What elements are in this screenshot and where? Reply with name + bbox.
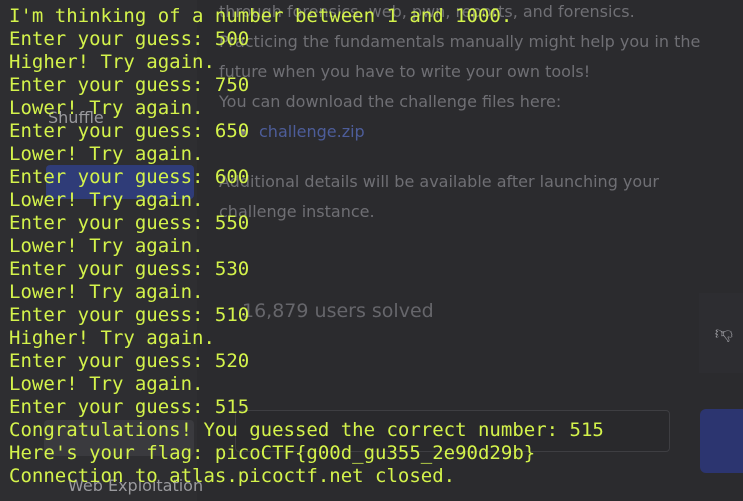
terminal-line: Lower! Try again. <box>9 97 204 119</box>
terminal-line: Lower! Try again. <box>9 373 204 395</box>
terminal-line: Here's your flag: picoCTF{g00d_gu355_2e9… <box>9 442 536 464</box>
terminal-line: Lower! Try again. <box>9 189 204 211</box>
terminal-line: Higher! Try again. <box>9 51 215 73</box>
terminal-line: Enter your guess: 515 <box>9 396 250 418</box>
terminal-line: Lower! Try again. <box>9 281 204 303</box>
terminal-line: Congratulations! You guessed the correct… <box>9 419 604 441</box>
terminal-line: Enter your guess: 500 <box>9 28 250 50</box>
terminal-line: I'm thinking of a number between 1 and 1… <box>9 5 513 27</box>
terminal-line: Lower! Try again. <box>9 143 204 165</box>
terminal-line: Enter your guess: 600 <box>9 166 250 188</box>
terminal-line: Connection to atlas.picoctf.net closed. <box>9 465 456 487</box>
terminal-line: Lower! Try again. <box>9 235 204 257</box>
terminal-line: Enter your guess: 510 <box>9 304 250 326</box>
terminal-line: Higher! Try again. <box>9 327 215 349</box>
terminal-line: Enter your guess: 520 <box>9 350 250 372</box>
terminal-line: Enter your guess: 550 <box>9 212 250 234</box>
terminal-line: Enter your guess: 750 <box>9 74 250 96</box>
terminal-line: Enter your guess: 530 <box>9 258 250 280</box>
terminal-line: Enter your guess: 650 <box>9 120 250 142</box>
terminal-output: I'm thinking of a number between 1 and 1… <box>0 0 743 501</box>
